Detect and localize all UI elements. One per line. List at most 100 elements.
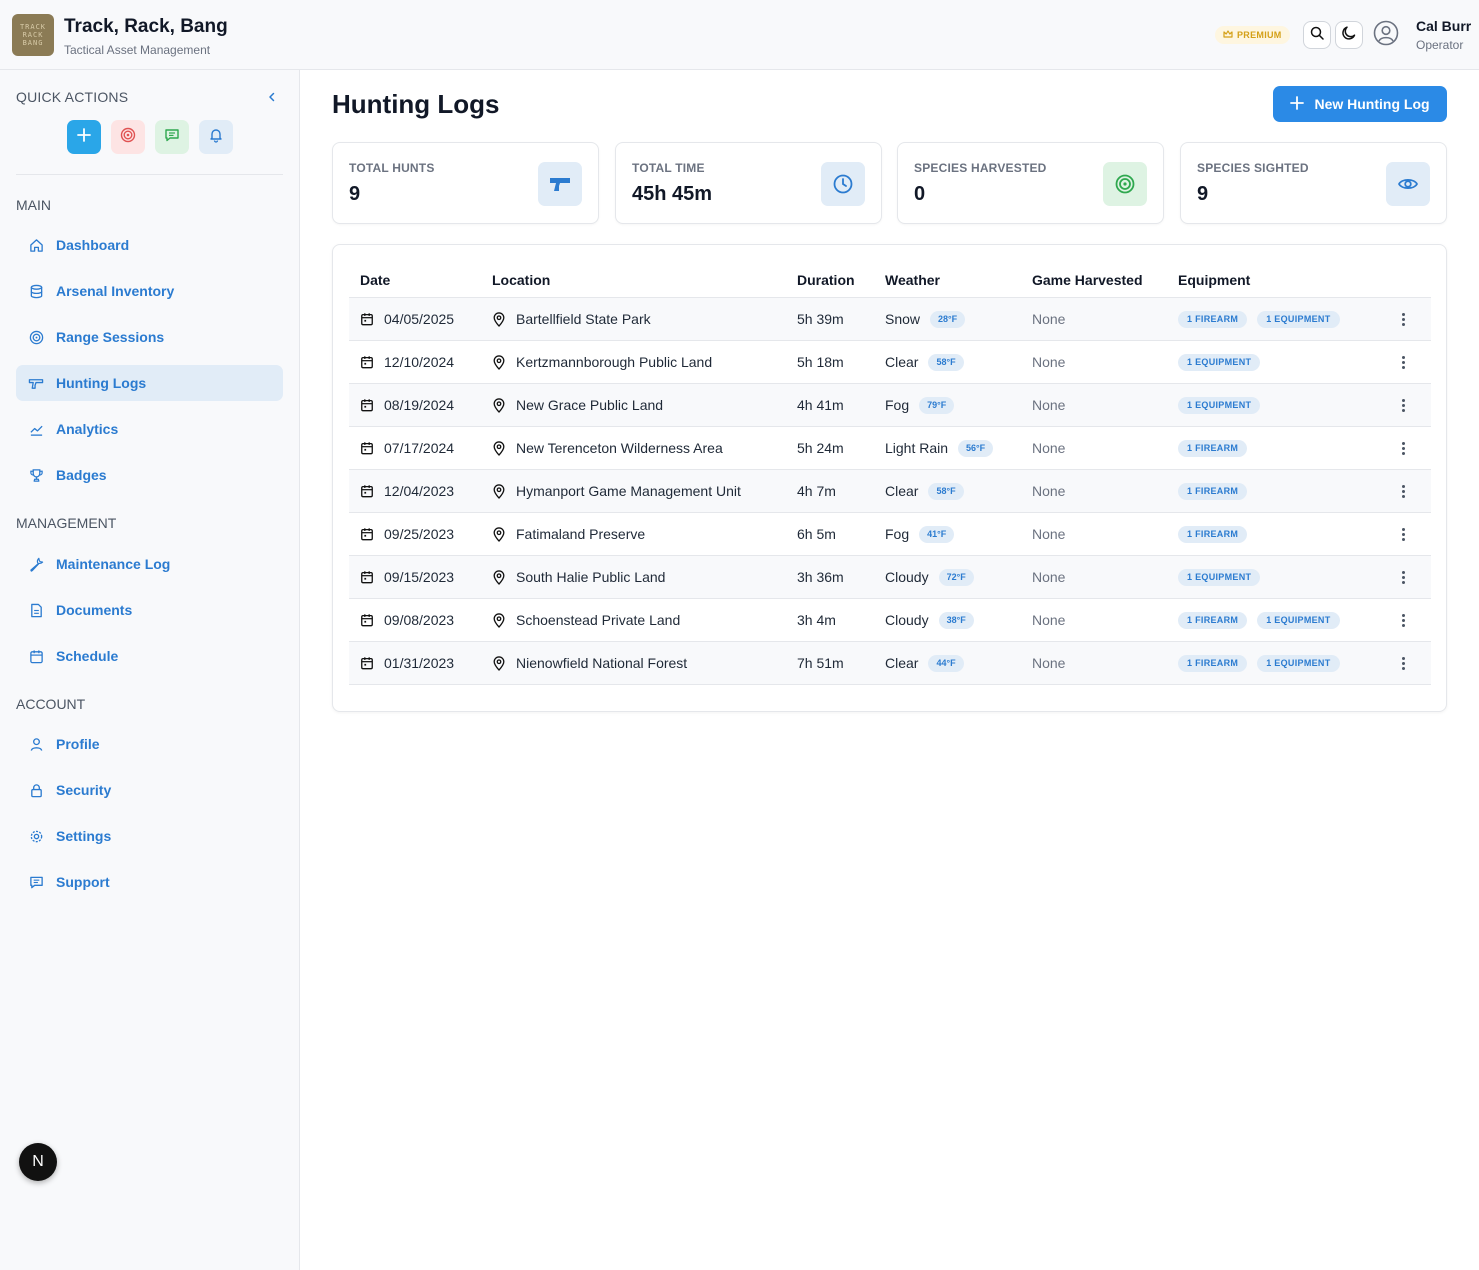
sidebar-item-maintenance-log[interactable]: Maintenance Log	[16, 546, 283, 582]
temperature-badge: 56°F	[958, 439, 994, 457]
row-actions-menu-icon[interactable]	[1395, 311, 1411, 327]
table-row[interactable]: 12/04/2023 Hymanport Game Management Unit…	[349, 470, 1431, 513]
dev-tools-badge[interactable]: N	[19, 1143, 57, 1181]
column-header-duration[interactable]: Duration	[797, 272, 855, 288]
sidebar-item-range-sessions[interactable]: Range Sessions	[16, 319, 283, 355]
stat-label: SPECIES SIGHTED	[1197, 161, 1309, 175]
stat-value: 45h 45m	[632, 183, 713, 205]
table-row[interactable]: 07/17/2024 New Terenceton Wilderness Area…	[349, 427, 1431, 470]
calendar-icon	[360, 441, 374, 455]
calendar-icon	[360, 527, 374, 541]
row-actions-menu-icon[interactable]	[1395, 354, 1411, 370]
table-row[interactable]: 01/31/2023 Nienowfield National Forest 7h …	[349, 642, 1431, 685]
equipment-chip[interactable]: 1 EQUIPMENT	[1178, 568, 1261, 586]
location-text: Schoenstead Private Land	[516, 612, 681, 628]
equipment-cell: 1 FIREARM	[1178, 513, 1257, 555]
date-cell: 12/04/2023	[360, 470, 454, 512]
equipment-chip[interactable]: 1 EQUIPMENT	[1178, 396, 1261, 414]
sidebar-item-hunting-logs[interactable]: Hunting Logs	[16, 365, 283, 401]
sidebar-item-label: Support	[56, 874, 110, 890]
equipment-cell: 1 FIREARM	[1178, 470, 1257, 512]
chart-icon	[28, 421, 44, 437]
sidebar-item-analytics[interactable]: Analytics	[16, 411, 283, 447]
equipment-chip[interactable]: 1 EQUIPMENT	[1178, 353, 1261, 371]
row-actions-menu-icon[interactable]	[1395, 655, 1411, 671]
temperature-badge: 44°F	[928, 654, 964, 672]
quick-actions-title: QUICK ACTIONS	[16, 89, 129, 105]
quick-notifications-button[interactable]	[199, 120, 233, 154]
row-actions-menu-icon[interactable]	[1395, 483, 1411, 499]
column-header-date[interactable]: Date	[360, 272, 390, 288]
new-hunting-log-label: New Hunting Log	[1314, 96, 1430, 112]
sidebar-item-label: Maintenance Log	[56, 556, 171, 572]
quick-message-button[interactable]	[155, 120, 189, 154]
sidebar: QUICK ACTIONS MAIN Dashboard Arsenal Inv…	[0, 70, 300, 1270]
table-row[interactable]: 08/19/2024 New Grace Public Land 4h 41m Fog…	[349, 384, 1431, 427]
table-row[interactable]: 12/10/2024 Kertzmannborough Public Land 5h…	[349, 341, 1431, 384]
target-icon	[120, 127, 136, 148]
equipment-chip[interactable]: 1 EQUIPMENT	[1257, 654, 1340, 672]
collapse-sidebar-button[interactable]	[262, 88, 282, 108]
game-harvested-cell: None	[1032, 655, 1066, 671]
equipment-chip[interactable]: 1 FIREARM	[1178, 439, 1248, 457]
row-actions-menu-icon[interactable]	[1395, 612, 1411, 628]
wrench-icon	[28, 556, 44, 572]
map-pin-icon	[492, 311, 506, 327]
table-header: Date Location Duration Weather Game Harv…	[349, 267, 1431, 298]
moon-icon	[1341, 25, 1357, 46]
calendar-icon	[360, 656, 374, 670]
avatar[interactable]	[1369, 18, 1403, 52]
page-title: Hunting Logs	[332, 89, 500, 119]
equipment-chip[interactable]: 1 EQUIPMENT	[1257, 310, 1340, 328]
location-text: New Terenceton Wilderness Area	[516, 440, 723, 456]
row-actions-menu-icon[interactable]	[1395, 397, 1411, 413]
sidebar-item-dashboard[interactable]: Dashboard	[16, 227, 283, 263]
column-header-weather[interactable]: Weather	[885, 272, 940, 288]
row-actions-menu-icon[interactable]	[1395, 569, 1411, 585]
column-header-equipment[interactable]: Equipment	[1178, 272, 1250, 288]
stat-card-species-harvested: SPECIES HARVESTED 0	[897, 142, 1164, 224]
weather-text: Fog	[885, 397, 910, 413]
clock-icon	[821, 162, 865, 206]
table-row[interactable]: 09/08/2023 Schoenstead Private Land 3h 4m C…	[349, 599, 1431, 642]
table-row[interactable]: 09/25/2023 Fatimaland Preserve 6h 5m Fog 41°…	[349, 513, 1431, 556]
sidebar-item-badges[interactable]: Badges	[16, 457, 283, 493]
new-hunting-log-button[interactable]: New Hunting Log	[1273, 86, 1447, 122]
equipment-chip[interactable]: 1 FIREARM	[1178, 482, 1248, 500]
equipment-chip[interactable]: 1 FIREARM	[1178, 525, 1248, 543]
dark-mode-toggle[interactable]	[1335, 21, 1363, 49]
user-name[interactable]: Cal Burr	[1416, 18, 1471, 34]
sidebar-item-documents[interactable]: Documents	[16, 592, 283, 628]
sidebar-item-schedule[interactable]: Schedule	[16, 638, 283, 674]
table-row[interactable]: 04/05/2025 Bartellfield State Park 5h 39m S…	[349, 298, 1431, 341]
stat-value: 9	[349, 183, 361, 205]
location-cell: Kertzmannborough Public Land	[492, 341, 712, 383]
sidebar-item-security[interactable]: Security	[16, 772, 283, 808]
sidebar-item-support[interactable]: Support	[16, 864, 283, 900]
sidebar-item-arsenal-inventory[interactable]: Arsenal Inventory	[16, 273, 283, 309]
duration-cell: 4h 7m	[797, 483, 836, 499]
sidebar-item-settings[interactable]: Settings	[16, 818, 283, 854]
column-header-location[interactable]: Location	[492, 272, 550, 288]
gun-icon	[28, 375, 44, 391]
lock-icon	[28, 782, 44, 798]
search-button[interactable]	[1303, 21, 1331, 49]
column-header-game-harvested[interactable]: Game Harvested	[1032, 272, 1143, 288]
equipment-chip[interactable]: 1 EQUIPMENT	[1257, 611, 1340, 629]
equipment-chip[interactable]: 1 FIREARM	[1178, 611, 1248, 629]
row-actions-menu-icon[interactable]	[1395, 440, 1411, 456]
row-actions-menu-icon[interactable]	[1395, 526, 1411, 542]
sidebar-item-label: Arsenal Inventory	[56, 283, 175, 299]
table-row[interactable]: 09/15/2023 South Halie Public Land 3h 36m C…	[349, 556, 1431, 599]
map-pin-icon	[492, 397, 506, 413]
quick-add-button[interactable]	[67, 120, 101, 154]
trophy-icon	[28, 467, 44, 483]
date-text: 12/04/2023	[384, 483, 455, 499]
sidebar-item-profile[interactable]: Profile	[16, 726, 283, 762]
equipment-chip[interactable]: 1 FIREARM	[1178, 310, 1248, 328]
document-icon	[28, 602, 44, 618]
premium-label: PREMIUM	[1237, 30, 1282, 40]
quick-range-button[interactable]	[111, 120, 145, 154]
app-logo[interactable]: TRACK RACK BANG	[12, 14, 54, 56]
equipment-chip[interactable]: 1 FIREARM	[1178, 654, 1248, 672]
